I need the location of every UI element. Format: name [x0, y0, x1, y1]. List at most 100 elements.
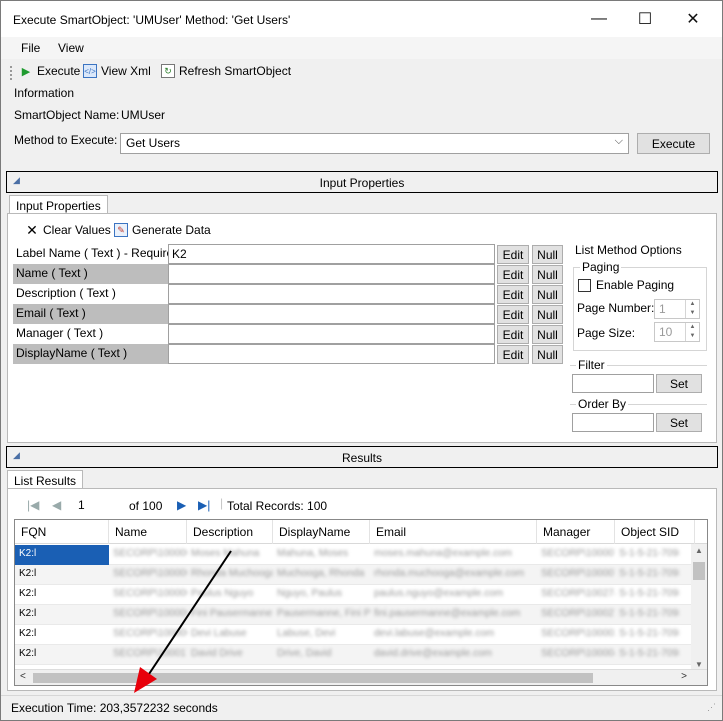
paging-label: Paging: [580, 260, 622, 274]
null-button[interactable]: Null: [532, 285, 563, 304]
refresh-document-icon: ↻: [161, 64, 175, 78]
table-row[interactable]: K2:l SECORP\10000047 Rhonda Muchooga Muchoo…: [15, 565, 695, 585]
results-grid[interactable]: FQN Name Description DisplayName Email Manage…: [14, 519, 708, 686]
table-cell: SECORP\10000047: [113, 568, 187, 579]
property-value-input[interactable]: [168, 264, 495, 284]
scroll-left-icon[interactable]: <: [20, 671, 26, 682]
filter-input[interactable]: [572, 374, 654, 393]
smartobject-name-label: SmartObject Name:: [14, 108, 120, 122]
spinner-arrows-icon[interactable]: ▲ ▼: [685, 300, 699, 318]
null-button[interactable]: Null: [532, 305, 563, 324]
table-cell: Rhonda Muchooga: [191, 568, 273, 579]
order-by-input[interactable]: [572, 413, 654, 432]
input-properties-header[interactable]: ◢ Input Properties: [6, 171, 718, 193]
table-row[interactable]: K2:l SECORP\10000046 Moses Mahuna Mahuna, M…: [15, 545, 695, 565]
input-properties-title: Input Properties: [319, 176, 405, 190]
property-value-input[interactable]: [168, 324, 495, 344]
scroll-up-icon[interactable]: ▲: [695, 546, 703, 555]
edit-button[interactable]: Edit: [497, 325, 529, 344]
menu-file[interactable]: File: [21, 41, 40, 55]
page-number-spinner[interactable]: 1 ▲ ▼: [654, 299, 700, 319]
horizontal-scrollbar[interactable]: < >: [15, 669, 707, 685]
last-page-icon[interactable]: ▶|: [198, 498, 210, 512]
toolbar: ▶ Execute </> View Xml ↻ Refresh SmartOb…: [1, 59, 722, 87]
table-cell: K2:l: [15, 545, 109, 565]
table-cell: Fini Pausermanne: [191, 608, 273, 619]
minimize-button[interactable]: —: [576, 1, 622, 37]
table-cell: K2:l: [19, 588, 37, 599]
generate-data-label: Generate Data: [132, 223, 211, 237]
table-row[interactable]: K2:l SECORP\10001786 David Drive Drive, Dav…: [15, 645, 695, 665]
property-value-input[interactable]: [168, 284, 495, 304]
navigator-separator: |: [220, 496, 224, 510]
table-cell: SECORP\10000218: [541, 628, 615, 639]
property-label: Label Name ( Text ) - Required: [16, 246, 168, 260]
maximize-button[interactable]: ☐: [622, 1, 668, 37]
scroll-down-icon[interactable]: ▼: [695, 660, 703, 669]
page-size-label: Page Size:: [577, 326, 636, 340]
edit-button[interactable]: Edit: [497, 345, 529, 364]
execute-toolbar-label: Execute: [37, 64, 81, 78]
table-cell: S-1-5-21-7098: [619, 608, 679, 619]
table-cell: S-1-5-21-7098: [619, 568, 679, 579]
property-value-input[interactable]: [168, 344, 495, 364]
execute-toolbar-button[interactable]: ▶ Execute: [19, 64, 81, 78]
null-button[interactable]: Null: [532, 245, 563, 264]
results-header[interactable]: ◢ Results: [6, 446, 718, 468]
spinner-arrows-icon[interactable]: ▲ ▼: [685, 323, 699, 341]
column-header[interactable]: Description: [187, 520, 273, 544]
resize-grip-icon[interactable]: ⋰: [707, 702, 716, 713]
edit-button[interactable]: Edit: [497, 265, 529, 284]
table-cell: rhonda.muchooga@example.com: [374, 568, 525, 579]
edit-button[interactable]: Edit: [497, 285, 529, 304]
table-cell: devi.labuse@example.com: [374, 628, 495, 639]
edit-button[interactable]: Edit: [497, 305, 529, 324]
null-button[interactable]: Null: [532, 265, 563, 284]
page-size-spinner[interactable]: 10 ▲ ▼: [654, 322, 700, 342]
vertical-scroll-thumb[interactable]: [693, 562, 705, 580]
enable-paging-checkbox[interactable]: [578, 279, 591, 292]
order-by-set-button[interactable]: Set: [656, 413, 702, 432]
close-button[interactable]: ✕: [670, 1, 716, 37]
menu-view[interactable]: View: [58, 41, 84, 55]
column-header[interactable]: Email: [370, 520, 537, 544]
toolbar-grip[interactable]: [10, 66, 13, 80]
column-header[interactable]: DisplayName: [273, 520, 370, 544]
refresh-smartobject-button[interactable]: ↻ Refresh SmartObject: [161, 64, 291, 78]
clear-values-label: Clear Values: [43, 223, 111, 237]
property-value-input[interactable]: [168, 304, 495, 324]
first-page-icon[interactable]: |◀: [27, 498, 39, 512]
column-header[interactable]: FQN: [15, 520, 109, 544]
view-xml-button[interactable]: </> View Xml: [83, 64, 151, 78]
refresh-label: Refresh SmartObject: [179, 64, 292, 78]
column-header[interactable]: Name: [109, 520, 187, 544]
next-page-icon[interactable]: ▶: [177, 498, 186, 512]
information-group-label: Information: [14, 86, 75, 100]
previous-page-icon[interactable]: ◀: [52, 498, 61, 512]
table-cell: Moses Mahuna: [191, 548, 260, 559]
generate-data-button[interactable]: ✎ Generate Data: [114, 223, 211, 237]
filter-label: Filter: [576, 358, 607, 372]
horizontal-scroll-thumb[interactable]: [33, 673, 593, 683]
table-cell: S-1-5-21-7098: [619, 628, 679, 639]
table-cell: SECORP\10000741: [541, 548, 615, 559]
edit-button[interactable]: Edit: [497, 245, 529, 264]
title-bar: Execute SmartObject: 'UMUser' Method: 'G…: [1, 1, 722, 37]
table-cell: SECORP\10000467: [541, 648, 615, 659]
method-select[interactable]: Get Users ⌵: [120, 133, 629, 154]
scroll-right-icon[interactable]: >: [681, 671, 687, 682]
clear-values-button[interactable]: ✕ Clear Values: [25, 222, 111, 238]
table-row[interactable]: K2:l SECORP\10000062 Devi Labuse Labuse, De…: [15, 625, 695, 645]
table-row[interactable]: K2:l SECORP\10000044 Paulus Nguyo Nguyo, Pa…: [15, 585, 695, 605]
filter-set-button[interactable]: Set: [656, 374, 702, 393]
execute-button[interactable]: Execute: [637, 133, 710, 154]
column-header[interactable]: Object SID: [615, 520, 695, 544]
page-size-value: 10: [659, 325, 673, 339]
vertical-scrollbar[interactable]: ▲ ▼: [691, 544, 707, 671]
null-button[interactable]: Null: [532, 345, 563, 364]
null-button[interactable]: Null: [532, 325, 563, 344]
column-header[interactable]: Manager: [537, 520, 615, 544]
property-value-input[interactable]: K2: [168, 244, 495, 264]
table-row[interactable]: K2:l SECORP\10000076 Fini Pausermanne Pause…: [15, 605, 695, 625]
current-page-input[interactable]: 1: [73, 496, 123, 516]
